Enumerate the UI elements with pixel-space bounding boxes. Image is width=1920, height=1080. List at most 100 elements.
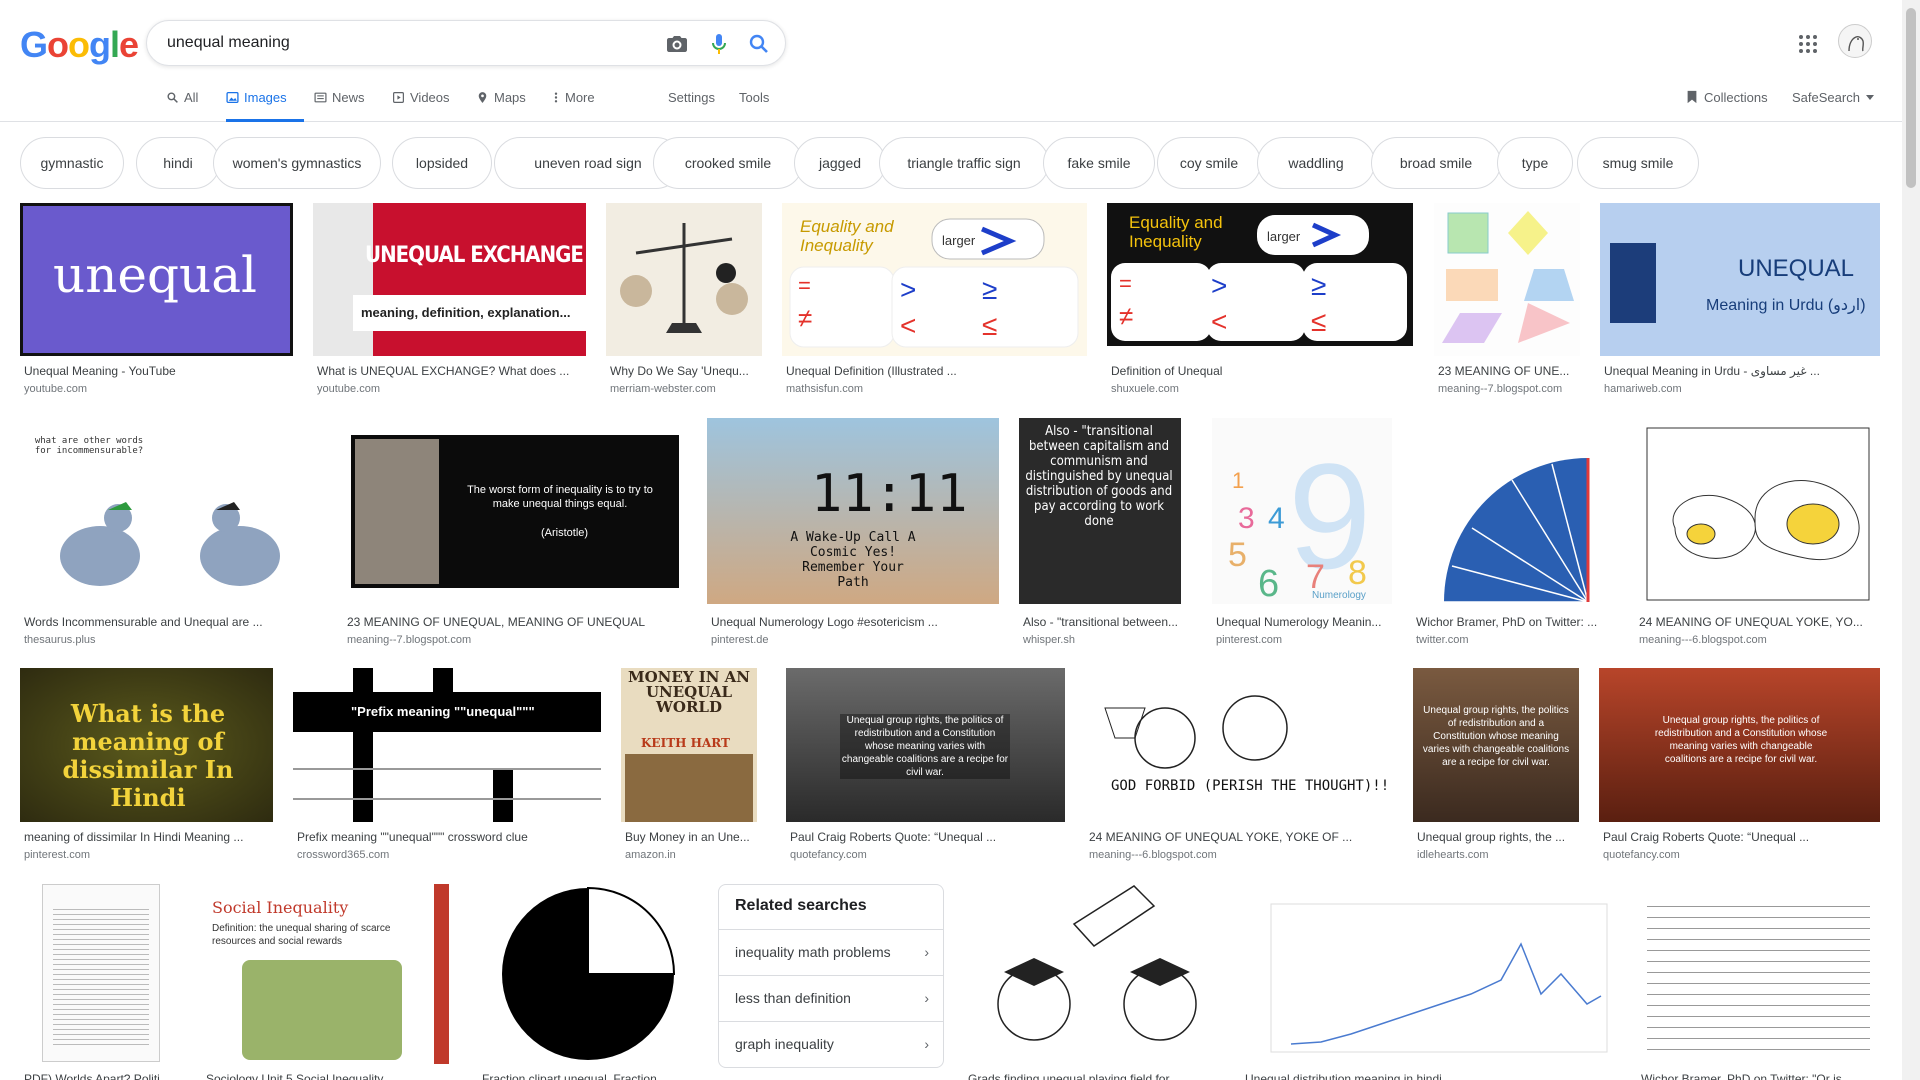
result-thumbnail[interactable] xyxy=(1412,418,1614,604)
chip[interactable]: smug smile xyxy=(1577,137,1699,189)
result-source[interactable]: quotefancy.com xyxy=(1603,849,1680,861)
result-title[interactable]: Unequal Definition (Illustrated ... xyxy=(786,364,1081,378)
result-thumbnail[interactable]: Social Inequality Definition: the unequa… xyxy=(202,884,449,1064)
chip[interactable]: broad smile xyxy=(1371,137,1501,189)
image-result[interactable]: 23 MEANING OF UNE... meaning--7.blogspot… xyxy=(1434,203,1580,403)
image-result[interactable]: 9 1 3 4 5 6 7 8 Numerology Unequal Numer… xyxy=(1212,418,1392,646)
result-source[interactable]: amazon.in xyxy=(625,849,676,861)
image-result[interactable]: PDF) Worlds Apart? Politi... xyxy=(20,884,182,1080)
result-source[interactable]: meaning---6.blogspot.com xyxy=(1089,849,1217,861)
image-result[interactable]: Unequal group rights, the politics of re… xyxy=(786,668,1065,868)
image-result[interactable]: Equality and Inequality larger = ≠ > ≥ <… xyxy=(1107,203,1413,403)
result-title[interactable]: Definition of Unequal xyxy=(1111,364,1409,378)
result-thumbnail[interactable]: Unequal group rights, the politics of re… xyxy=(786,668,1065,822)
chip[interactable]: women's gymnastics xyxy=(213,137,381,189)
tools-link[interactable]: Tools xyxy=(739,90,769,105)
image-result[interactable]: Grads finding unequal playing field for … xyxy=(964,884,1221,1080)
result-source[interactable]: youtube.com xyxy=(24,383,87,395)
result-title[interactable]: What is UNEQUAL EXCHANGE? What does ... xyxy=(317,364,582,378)
result-title[interactable]: Paul Craig Roberts Quote: “Unequal ... xyxy=(1603,830,1880,844)
result-source[interactable]: hamariweb.com xyxy=(1604,383,1682,395)
result-title[interactable]: Sociology Unit 5 Social Inequality xyxy=(206,1072,449,1080)
result-title[interactable]: Also - "transitional between... xyxy=(1023,615,1179,629)
microphone-icon[interactable] xyxy=(707,32,731,56)
result-source[interactable]: merriam-webster.com xyxy=(610,383,716,395)
settings-link[interactable]: Settings xyxy=(668,90,715,105)
image-result[interactable]: unequal Unequal Meaning - YouTube youtub… xyxy=(20,203,293,403)
result-title[interactable]: Unequal distribution meaning in hindi ..… xyxy=(1245,1072,1617,1080)
result-thumbnail[interactable] xyxy=(606,203,762,356)
result-source[interactable]: meaning--7.blogspot.com xyxy=(347,634,471,646)
result-thumbnail[interactable]: 11:11 A Wake-Up Call A Cosmic Yes! Remem… xyxy=(707,418,999,604)
camera-icon[interactable] xyxy=(665,32,689,56)
search-box[interactable] xyxy=(146,20,786,66)
search-icon[interactable] xyxy=(747,32,771,56)
result-source[interactable]: twitter.com xyxy=(1416,634,1469,646)
image-result[interactable]: Wichor Bramer, PhD on Twitter: "Or is ..… xyxy=(1637,884,1880,1080)
result-title[interactable]: Wichor Bramer, PhD on Twitter: ... xyxy=(1416,615,1612,629)
result-title[interactable]: 24 MEANING OF UNEQUAL YOKE, YOKE OF ... xyxy=(1089,830,1390,844)
tab-news[interactable]: News xyxy=(314,90,365,122)
chip[interactable]: fake smile xyxy=(1043,137,1155,189)
result-title[interactable]: Fraction clipart unequal. Fraction ... xyxy=(482,1072,698,1080)
result-title[interactable]: Wichor Bramer, PhD on Twitter: "Or is ..… xyxy=(1641,1072,1880,1080)
related-search-item[interactable]: less than definition › xyxy=(719,975,943,1021)
chip[interactable]: gymnastic xyxy=(20,137,124,189)
related-search-item[interactable]: graph inequality › xyxy=(719,1021,943,1067)
apps-grid-icon[interactable] xyxy=(1796,32,1820,56)
image-result[interactable]: what are other words for incommensurable… xyxy=(20,418,323,646)
image-result[interactable]: Unequal group rights, the politics of re… xyxy=(1413,668,1579,868)
result-title[interactable]: Why Do We Say 'Unequ... xyxy=(610,364,760,378)
result-thumbnail[interactable]: The worst form of inequality is to try t… xyxy=(343,418,687,604)
tab-images[interactable]: Images xyxy=(226,90,304,122)
image-result[interactable]: Unequal distribution meaning in hindi ..… xyxy=(1241,884,1617,1080)
result-source[interactable]: thesaurus.plus xyxy=(24,634,96,646)
result-thumbnail[interactable] xyxy=(20,884,182,1064)
image-result[interactable]: 11:11 A Wake-Up Call A Cosmic Yes! Remem… xyxy=(707,418,999,646)
chip[interactable]: coy smile xyxy=(1157,137,1261,189)
result-source[interactable]: idlehearts.com xyxy=(1417,849,1489,861)
result-thumbnail[interactable]: UNEQUAL EXCHANGE meaning, definition, ex… xyxy=(313,203,586,356)
result-thumbnail[interactable]: "Prefix meaning ""unequal""" xyxy=(293,668,601,822)
result-thumbnail[interactable]: MONEY IN AN UNEQUAL WORLD KEITH HART xyxy=(621,668,757,822)
image-result[interactable]: Social Inequality Definition: the unequa… xyxy=(202,884,449,1080)
result-thumbnail[interactable]: Also - "transitional between capitalism … xyxy=(1019,418,1181,604)
result-thumbnail[interactable]: Equality and Inequality larger = ≠ > ≥ <… xyxy=(1107,203,1413,346)
image-result[interactable]: The worst form of inequality is to try t… xyxy=(343,418,687,646)
result-source[interactable]: meaning---6.blogspot.com xyxy=(1639,634,1767,646)
image-result[interactable]: Fraction clipart unequal. Fraction ... xyxy=(478,884,698,1080)
image-result[interactable]: Unequal group rights, the politics of re… xyxy=(1599,668,1880,868)
result-source[interactable]: pinterest.com xyxy=(1216,634,1282,646)
result-title[interactable]: Unequal Meaning - YouTube xyxy=(24,364,289,378)
result-title[interactable]: 23 MEANING OF UNE... xyxy=(1438,364,1578,378)
result-title[interactable]: Unequal Numerology Logo #esotericism ... xyxy=(711,615,995,629)
result-thumbnail[interactable]: Unequal group rights, the politics of re… xyxy=(1413,668,1579,822)
result-source[interactable]: youtube.com xyxy=(317,383,380,395)
image-result[interactable]: MONEY IN AN UNEQUAL WORLD KEITH HART Buy… xyxy=(621,668,757,868)
chip[interactable]: jagged xyxy=(794,137,886,189)
result-title[interactable]: Unequal group rights, the ... xyxy=(1417,830,1579,844)
image-result[interactable]: Wichor Bramer, PhD on Twitter: ... twitt… xyxy=(1412,418,1614,646)
scrollbar-thumb[interactable] xyxy=(1906,8,1916,188)
result-thumbnail[interactable]: Equality and Inequality larger = ≠ > ≥ <… xyxy=(782,203,1087,356)
chip[interactable]: lopsided xyxy=(392,137,492,189)
result-thumbnail[interactable] xyxy=(964,884,1221,1064)
image-result[interactable]: "Prefix meaning ""unequal""" Prefix mean… xyxy=(293,668,601,868)
result-source[interactable]: meaning--7.blogspot.com xyxy=(1438,383,1562,395)
result-title[interactable]: meaning of dissimilar In Hindi Meaning .… xyxy=(24,830,271,844)
image-result[interactable]: UNEQUAL Meaning in Urdu (اردو) Unequal M… xyxy=(1600,203,1880,403)
result-source[interactable]: shuxuele.com xyxy=(1111,383,1179,395)
image-result[interactable]: Also - "transitional between capitalism … xyxy=(1019,418,1181,646)
tab-maps[interactable]: Maps xyxy=(476,90,526,122)
related-search-item[interactable]: inequality math problems › xyxy=(719,929,943,975)
tab-all[interactable]: All xyxy=(166,90,198,122)
result-thumbnail[interactable] xyxy=(1434,203,1580,356)
result-thumbnail[interactable]: Unequal group rights, the politics of re… xyxy=(1599,668,1880,822)
result-thumbnail[interactable] xyxy=(1635,418,1880,604)
chip[interactable]: waddling xyxy=(1257,137,1375,189)
image-result[interactable]: 24 MEANING OF UNEQUAL YOKE, YO... meanin… xyxy=(1635,418,1880,646)
result-source[interactable]: crossword365.com xyxy=(297,849,389,861)
image-result[interactable]: UNEQUAL EXCHANGE meaning, definition, ex… xyxy=(313,203,586,403)
image-result[interactable]: Equality and Inequality larger = ≠ > ≥ <… xyxy=(782,203,1087,403)
result-source[interactable]: pinterest.de xyxy=(711,634,768,646)
